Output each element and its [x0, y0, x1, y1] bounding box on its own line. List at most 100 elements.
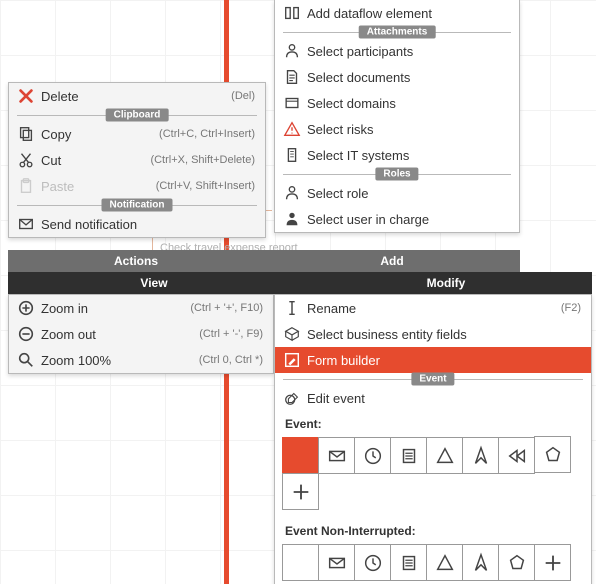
menu-form-builder-label: Form builder — [307, 353, 581, 368]
panel-actions: Delete (Del) Clipboard Copy (Ctrl+C, Ctr… — [8, 82, 266, 238]
event-section-label: Event: — [275, 411, 591, 433]
tab-modify[interactable]: Modify — [300, 272, 592, 294]
menu-zoom-in[interactable]: Zoom in (Ctrl + '+', F10) — [9, 295, 273, 321]
event-type-none[interactable] — [282, 437, 319, 474]
event-noninterrupted-strip — [275, 540, 591, 584]
menu-send-notification[interactable]: Send notification — [9, 211, 265, 237]
document-icon — [281, 68, 303, 86]
event-ni-escalation[interactable] — [462, 544, 499, 581]
menu-copy-label: Copy — [41, 127, 145, 142]
menu-select-role-label: Select role — [307, 186, 509, 201]
menu-delete-label: Delete — [41, 89, 217, 104]
delete-icon — [15, 87, 37, 105]
event-ni-timer[interactable] — [354, 544, 391, 581]
event-ni-multiple[interactable] — [498, 544, 535, 581]
menu-zoom-100[interactable]: Zoom 100% (Ctrl 0, Ctrl *) — [9, 347, 273, 373]
event-ni-none[interactable] — [282, 544, 319, 581]
tab-view[interactable]: View — [8, 272, 300, 294]
menu-select-risks-label: Select risks — [307, 122, 509, 137]
person-icon — [281, 42, 303, 60]
copy-icon — [15, 125, 37, 143]
menu-rename[interactable]: Rename (F2) — [275, 295, 591, 321]
cube-icon — [281, 325, 303, 343]
menu-select-domains[interactable]: Select domains — [275, 90, 519, 116]
event-ni-conditional[interactable] — [390, 544, 427, 581]
zoom-100-icon — [15, 351, 37, 369]
event-type-conditional[interactable] — [390, 437, 427, 474]
menu-select-it-systems-label: Select IT systems — [307, 148, 509, 163]
separator-notification: Notification — [9, 199, 265, 211]
menu-rename-label: Rename — [307, 301, 547, 316]
menu-edit-event-label: Edit event — [307, 391, 581, 406]
menu-cut[interactable]: Cut (Ctrl+X, Shift+Delete) — [9, 147, 265, 173]
menu-select-participants[interactable]: Select participants — [275, 38, 519, 64]
menu-form-builder[interactable]: Form builder — [275, 347, 591, 373]
event-ni-message[interactable] — [318, 544, 355, 581]
zoom-in-icon — [15, 299, 37, 317]
menu-cut-shortcut: (Ctrl+X, Shift+Delete) — [150, 154, 255, 166]
form-builder-icon — [281, 351, 303, 369]
menu-select-user-in-charge-label: Select user in charge — [307, 212, 509, 227]
panel-add: Add dataflow element Attachments Select … — [274, 0, 520, 233]
menu-zoom-in-shortcut: (Ctrl + '+', F10) — [190, 302, 263, 314]
menu-delete-shortcut: (Del) — [231, 90, 255, 102]
tab-actions[interactable]: Actions — [8, 250, 264, 272]
domain-icon — [281, 94, 303, 112]
menu-zoom-out-shortcut: (Ctrl + '-', F9) — [199, 328, 263, 340]
role-icon — [281, 184, 303, 202]
tab-add[interactable]: Add — [264, 250, 520, 272]
event-ni-parallel[interactable] — [534, 544, 571, 581]
menu-rename-shortcut: (F2) — [561, 302, 581, 314]
cut-icon — [15, 151, 37, 169]
menu-select-user-in-charge[interactable]: Select user in charge — [275, 206, 519, 232]
event-type-parallel[interactable] — [282, 473, 319, 510]
separator-event: Event — [275, 373, 591, 385]
menu-paste-shortcut: (Ctrl+V, Shift+Insert) — [156, 180, 255, 192]
envelope-icon — [15, 215, 37, 233]
menu-select-documents[interactable]: Select documents — [275, 64, 519, 90]
separator-clipboard: Clipboard — [9, 109, 265, 121]
menu-copy-shortcut: (Ctrl+C, Ctrl+Insert) — [159, 128, 255, 140]
menu-zoom-out-label: Zoom out — [41, 327, 185, 342]
text-cursor-icon — [281, 299, 303, 317]
menu-add-dataflow[interactable]: Add dataflow element — [275, 0, 519, 26]
event-ni-signal[interactable] — [426, 544, 463, 581]
menu-zoom-100-shortcut: (Ctrl 0, Ctrl *) — [199, 354, 263, 366]
event-type-timer[interactable] — [354, 437, 391, 474]
menu-send-notification-label: Send notification — [41, 217, 255, 232]
separator-attachments: Attachments — [275, 26, 519, 38]
menu-select-it-systems[interactable]: Select IT systems — [275, 142, 519, 168]
menu-select-risks[interactable]: Select risks — [275, 116, 519, 142]
menu-select-role[interactable]: Select role — [275, 180, 519, 206]
menu-add-dataflow-label: Add dataflow element — [307, 6, 509, 21]
dataflow-icon — [281, 4, 303, 22]
risk-icon — [281, 120, 303, 138]
zoom-out-icon — [15, 325, 37, 343]
menu-copy[interactable]: Copy (Ctrl+C, Ctrl+Insert) — [9, 121, 265, 147]
menu-paste-label: Paste — [41, 179, 142, 194]
event-type-multiple[interactable] — [534, 436, 571, 473]
menu-delete[interactable]: Delete (Del) — [9, 83, 265, 109]
event-type-escalation[interactable] — [462, 437, 499, 474]
separator-roles: Roles — [275, 168, 519, 180]
user-in-charge-icon — [281, 210, 303, 228]
panel-view: Zoom in (Ctrl + '+', F10) Zoom out (Ctrl… — [8, 294, 274, 374]
panel-modify: Rename (F2) Select business entity field… — [274, 294, 592, 584]
menu-edit-event[interactable]: Edit event — [275, 385, 591, 411]
menu-paste: Paste (Ctrl+V, Shift+Insert) — [9, 173, 265, 199]
menu-business-entity-fields[interactable]: Select business entity fields — [275, 321, 591, 347]
menu-zoom-out[interactable]: Zoom out (Ctrl + '-', F9) — [9, 321, 273, 347]
menu-cut-label: Cut — [41, 153, 136, 168]
menu-business-entity-label: Select business entity fields — [307, 327, 581, 342]
event-noninterrupted-label: Event Non-Interrupted: — [275, 518, 591, 540]
event-type-compensation[interactable] — [498, 437, 535, 474]
menu-select-domains-label: Select domains — [307, 96, 509, 111]
menu-select-participants-label: Select participants — [307, 44, 509, 59]
server-icon — [281, 146, 303, 164]
event-type-message[interactable] — [318, 437, 355, 474]
menu-zoom-100-label: Zoom 100% — [41, 353, 185, 368]
menu-select-documents-label: Select documents — [307, 70, 509, 85]
edit-event-icon — [281, 389, 303, 407]
menu-zoom-in-label: Zoom in — [41, 301, 176, 316]
event-type-signal[interactable] — [426, 437, 463, 474]
